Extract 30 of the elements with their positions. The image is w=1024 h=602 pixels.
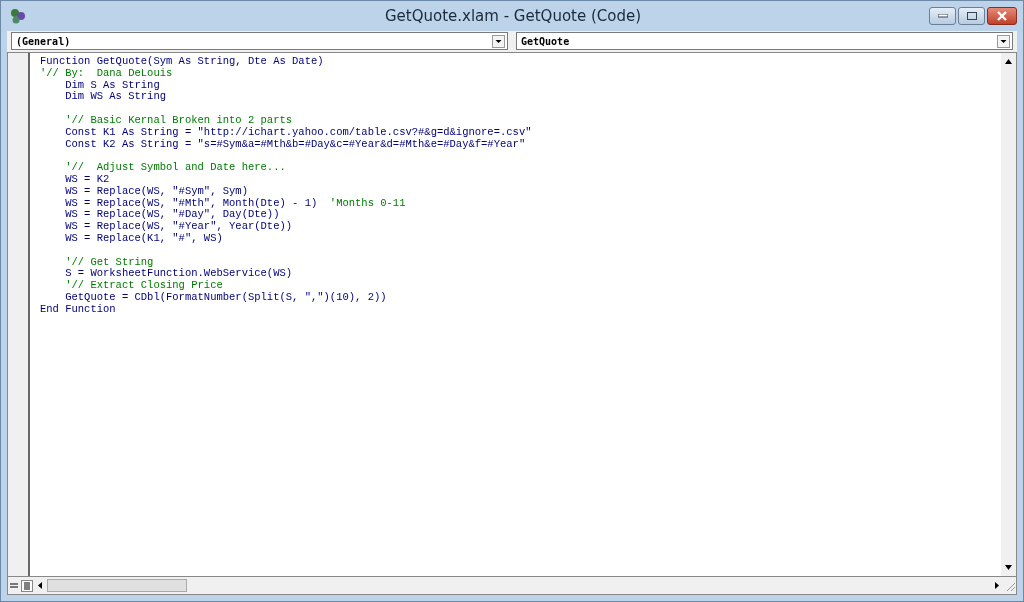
- object-dropdown[interactable]: (General): [11, 32, 508, 50]
- code-line: WS = K2: [64, 173, 111, 186]
- code-line: GetQuote = CDbl(FormatNumber(Split(S, ",")(10), 2)): [64, 291, 388, 304]
- window-title: GetQuote.xlam - GetQuote (Code): [383, 7, 643, 25]
- code-line: '// Get String: [64, 256, 155, 268]
- code-line: WS = Replace(K1, "#", WS): [64, 232, 224, 245]
- code-line: '// Basic Kernal Broken into 2 parts: [64, 115, 294, 127]
- code-line: '// Extract Closing Price: [64, 280, 224, 292]
- code-line: '// Adjust Symbol and Date here...: [64, 162, 287, 174]
- code-line: S = WorksheetFunction.WebService(WS): [64, 268, 294, 280]
- code-line: Const K2 As String = "s=#Sym&a=#Mth&b=#Day&c=#Year&d=#Mth&e=#Day&f=#Year": [64, 138, 527, 151]
- code-line: Dim S As String: [64, 79, 161, 91]
- code-line: End Function: [40, 303, 117, 316]
- code-line: Const K1 As String = "http://ichart.yahoo.com/table.csv?#&g=d&ignore=.csv": [64, 126, 533, 139]
- vertical-scrollbar[interactable]: [1001, 53, 1016, 576]
- code-line: WS = Replace(WS, "#Sym", Sym): [64, 185, 249, 198]
- code-line: Dim WS As String: [64, 91, 168, 104]
- full-module-view-icon[interactable]: [21, 579, 33, 592]
- minimize-icon: [937, 14, 948, 18]
- code-line: WS = Replace(WS, "#Day", Day(Dte)): [64, 209, 281, 221]
- procedure-dropdown[interactable]: GetQuote: [516, 32, 1013, 50]
- code-line: WS = Replace(WS, "#Year", Year(Dte)): [64, 221, 294, 233]
- maximize-button[interactable]: [958, 7, 985, 25]
- scrollbar-thumb[interactable]: [47, 579, 187, 592]
- close-button[interactable]: [987, 7, 1017, 25]
- code-line: '// By: Dana DeLouis: [40, 67, 174, 80]
- close-icon: [997, 11, 1007, 21]
- restore-icon: [966, 12, 977, 20]
- code-line: Function GetQuote(Sym As String, Dte As Date): [40, 56, 325, 68]
- code-line: WS = Replace(WS, "#Mth", Month(Dte) - 1) 'Months 0-11: [64, 197, 407, 209]
